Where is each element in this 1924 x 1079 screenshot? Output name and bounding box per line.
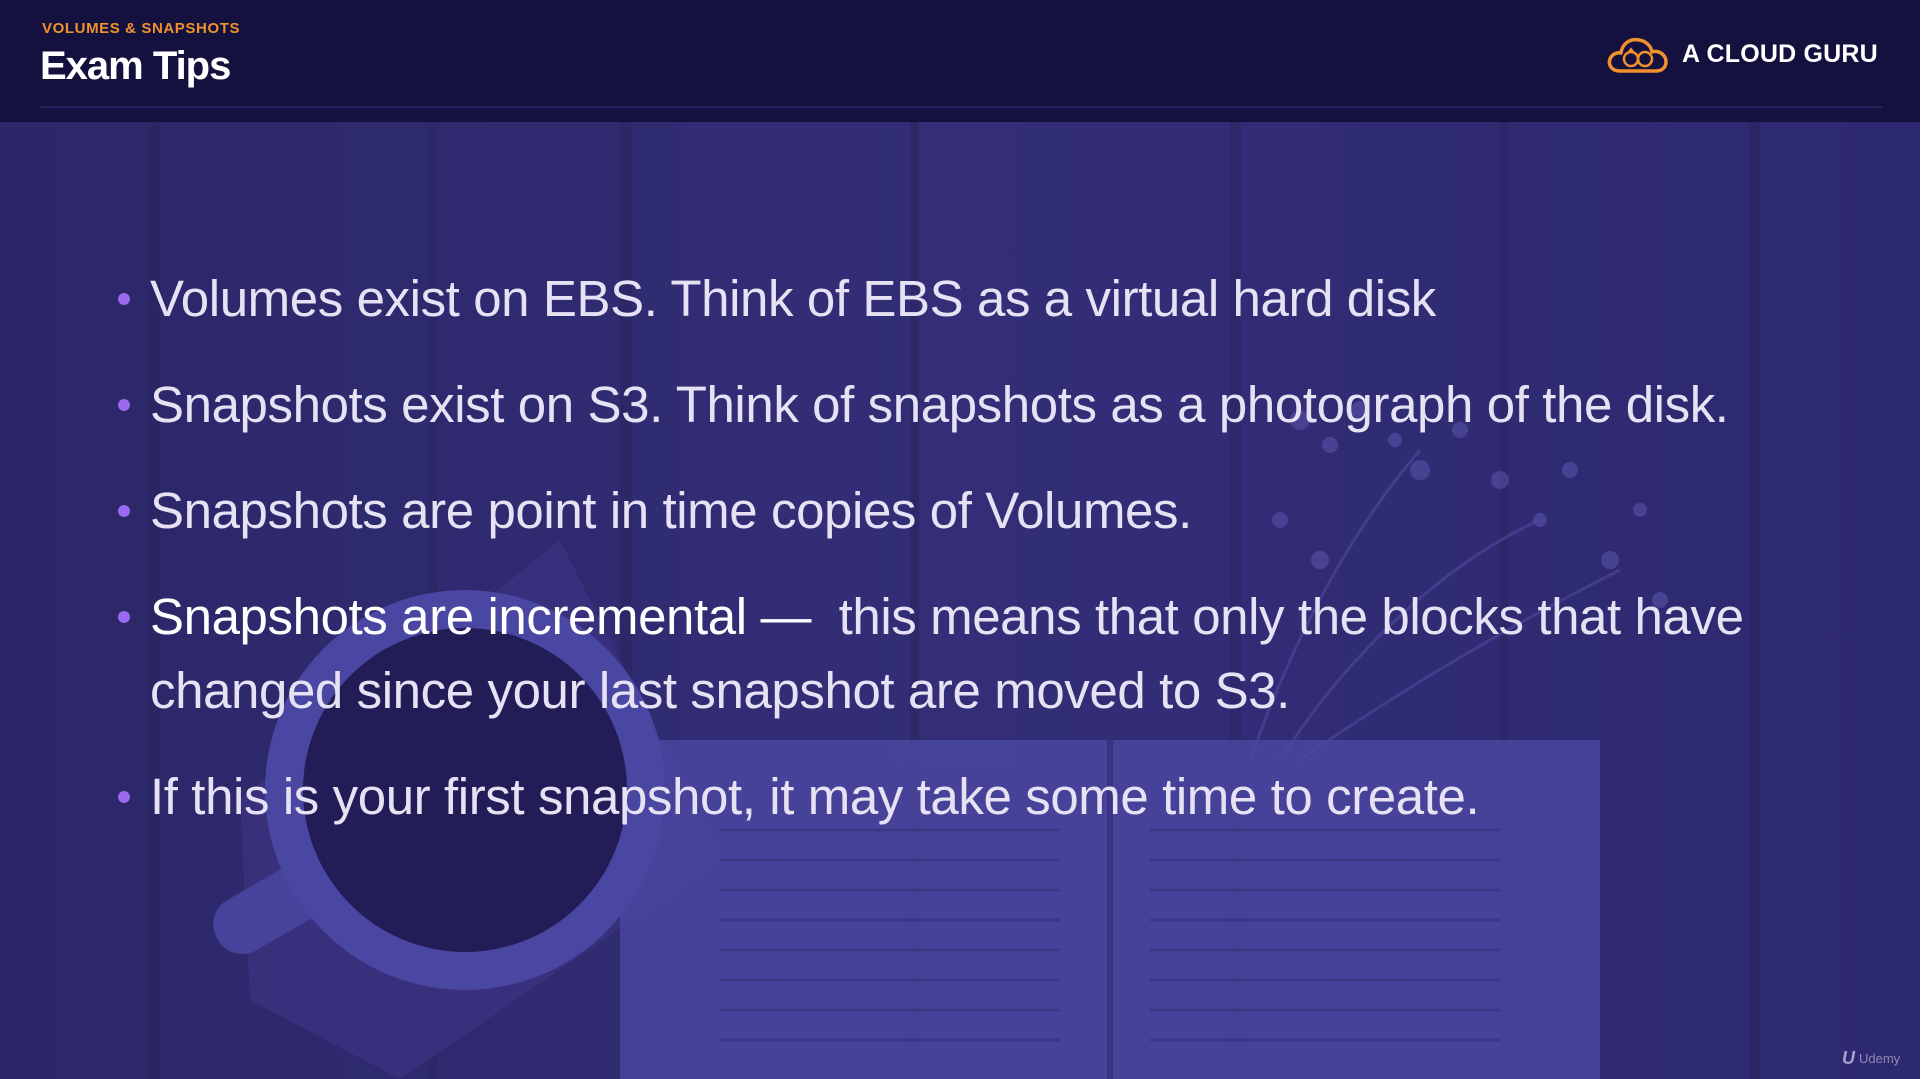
bullet-item: Snapshots exist on S3. Think of snapshot… bbox=[118, 368, 1848, 442]
brand-name: A CLOUD GURU bbox=[1682, 39, 1878, 68]
bullet-lead: Snapshots are incremental — bbox=[150, 588, 812, 645]
brand-logo: A CLOUD GURU bbox=[1606, 30, 1878, 78]
bullet-text: Snapshots exist on S3. Think of snapshot… bbox=[150, 376, 1729, 433]
udemy-logo-icon: U bbox=[1842, 1048, 1855, 1068]
watermark-text: Udemy bbox=[1859, 1051, 1901, 1066]
page-title: Exam Tips bbox=[40, 44, 231, 88]
bullet-dot-icon bbox=[118, 791, 130, 803]
bullet-list: Volumes exist on EBS. Think of EBS as a … bbox=[118, 262, 1848, 866]
slide: VOLUMES & SNAPSHOTS Exam Tips A CLOUD GU… bbox=[0, 0, 1920, 1079]
cloud-logo-icon bbox=[1607, 37, 1668, 73]
bullet-text: If this is your first snapshot, it may t… bbox=[150, 768, 1480, 825]
bullet-text: Snapshots are point in time copies of Vo… bbox=[150, 482, 1192, 539]
bullet-item: If this is your first snapshot, it may t… bbox=[118, 760, 1848, 834]
bullet-item: Snapshots are point in time copies of Vo… bbox=[118, 474, 1848, 548]
header-divider bbox=[40, 106, 1882, 108]
bullet-dot-icon bbox=[118, 399, 130, 411]
udemy-watermark: U Udemy bbox=[1842, 1048, 1900, 1069]
bullet-dot-icon bbox=[118, 293, 130, 305]
frame-edge bbox=[1920, 0, 1924, 1079]
bullet-dot-icon bbox=[118, 505, 130, 517]
bullet-item: Volumes exist on EBS. Think of EBS as a … bbox=[118, 262, 1848, 336]
bullet-item: Snapshots are incremental — this means t… bbox=[118, 580, 1848, 728]
bullet-text: Volumes exist on EBS. Think of EBS as a … bbox=[150, 270, 1436, 327]
section-kicker: VOLUMES & SNAPSHOTS bbox=[42, 20, 241, 37]
bullet-dot-icon bbox=[118, 611, 130, 623]
